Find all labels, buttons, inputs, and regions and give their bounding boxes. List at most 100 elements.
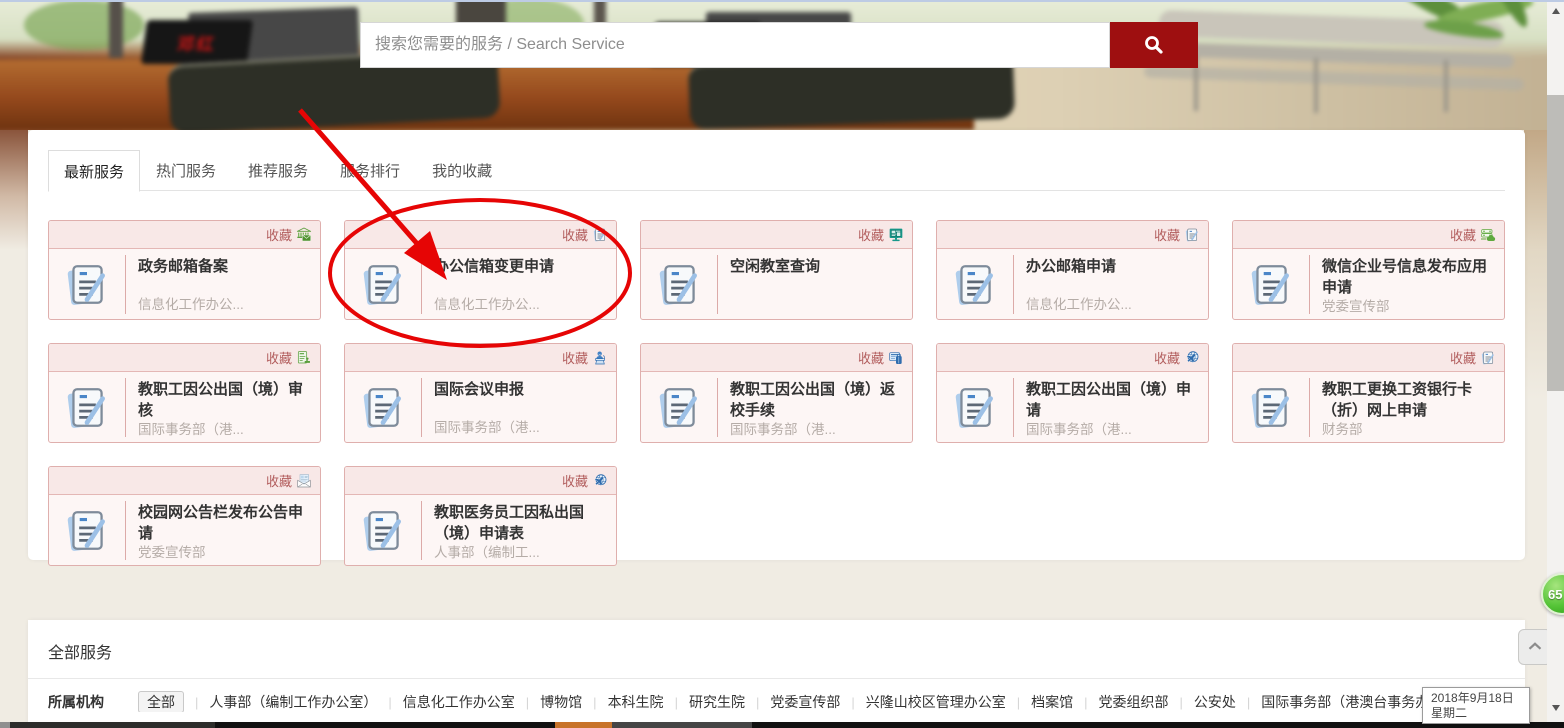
card-divider: [421, 501, 422, 560]
tab-3[interactable]: 服务排行: [324, 150, 416, 191]
favorite-star-icon[interactable]: [296, 227, 312, 243]
filter-separator: |: [675, 695, 678, 710]
server-cloud-icon: [1246, 260, 1296, 310]
filter-separator: |: [1247, 695, 1250, 710]
scrollbar-down-arrow[interactable]: [1547, 699, 1564, 716]
tab-2[interactable]: 推荐服务: [232, 150, 324, 191]
service-card[interactable]: 收藏 空闲教室查询: [640, 220, 913, 320]
favorite-star-icon[interactable]: [1480, 350, 1496, 366]
filter-item-2[interactable]: 信息化工作办公室: [403, 694, 515, 710]
gov-mail-icon: [62, 260, 112, 310]
filter-item-4[interactable]: 本科生院: [608, 694, 664, 710]
search-input[interactable]: [360, 22, 1110, 68]
card-divider: [717, 255, 718, 314]
filter-item-10[interactable]: 公安处: [1194, 694, 1236, 710]
messenger-badge[interactable]: 65: [1541, 573, 1564, 615]
card-body[interactable]: 国际会议申报 国际事务部（港...: [345, 372, 616, 443]
tab-0[interactable]: 最新服务: [48, 150, 140, 192]
card-body[interactable]: 微信企业号信息发布应用申请 党委宣传部: [1233, 249, 1504, 320]
filter-item-7[interactable]: 兴隆山校区管理办公室: [866, 694, 1006, 710]
favorite-label[interactable]: 收藏: [266, 471, 292, 490]
service-title: 校园网公告栏发布公告申请: [138, 502, 312, 544]
scrollbar-thumb[interactable]: [1547, 95, 1564, 391]
filter-item-9[interactable]: 党委组织部: [1099, 694, 1169, 710]
filter-item-1[interactable]: 人事部（编制工作办公室）: [209, 694, 377, 710]
banner-left-fade: [0, 130, 28, 250]
card-body[interactable]: 办公邮箱申请 信息化工作办公...: [937, 249, 1208, 320]
card-body[interactable]: 教职工因公出国（境）申请 国际事务部（港...: [937, 372, 1208, 443]
service-icon-wrap: [1233, 372, 1309, 443]
favorite-label[interactable]: 收藏: [562, 471, 588, 490]
favorite-star-icon[interactable]: [592, 227, 608, 243]
monitor-icon: [654, 260, 704, 310]
filter-item-11[interactable]: 国际事务部（港澳台事务办: [1261, 694, 1429, 710]
service-card[interactable]: 收藏 教职工更换工资银行卡（折）网上申请 财务部: [1232, 343, 1505, 443]
filter-item-0[interactable]: 全部: [138, 691, 184, 712]
favorite-star-icon[interactable]: [296, 350, 312, 366]
institution-filter-label: 所属机构: [48, 692, 104, 712]
scrollbar-up-arrow[interactable]: [1547, 2, 1564, 19]
search-bar: [360, 22, 1198, 68]
card-body[interactable]: 教职工因公出国（境）审核 国际事务部（港...: [49, 372, 320, 443]
card-body[interactable]: 教职工因公出国（境）返校手续 国际事务部（港...: [641, 372, 912, 443]
favorite-star-icon[interactable]: [1480, 227, 1496, 243]
institution-filter-items: 全部|人事部（编制工作办公室）|信息化工作办公室|博物馆|本科生院|研究生院|党…: [138, 692, 1429, 712]
service-card[interactable]: 收藏 教职工因公出国（境）审核 国际事务部（港...: [48, 343, 321, 443]
card-body[interactable]: 政务邮箱备案 信息化工作办公...: [49, 249, 320, 320]
card-header: 收藏: [345, 221, 616, 249]
service-title: 微信企业号信息发布应用申请: [1322, 256, 1496, 298]
card-text: 教职医务员工因私出国（境）申请表 人事部（编制工...: [421, 495, 616, 566]
card-body[interactable]: 办公信箱变更申请 信息化工作办公...: [345, 249, 616, 320]
favorite-star-icon[interactable]: [296, 473, 312, 489]
card-body[interactable]: 教职医务员工因私出国（境）申请表 人事部（编制工...: [345, 495, 616, 566]
favorite-star-icon[interactable]: [888, 350, 904, 366]
favorite-label[interactable]: 收藏: [562, 348, 588, 367]
service-card[interactable]: 收藏 教职工因公出国（境）申请 国际事务部（港...: [936, 343, 1209, 443]
filter-item-8[interactable]: 档案馆: [1031, 694, 1073, 710]
service-card[interactable]: 收藏 办公邮箱申请 信息化工作办公...: [936, 220, 1209, 320]
favorite-label[interactable]: 收藏: [266, 348, 292, 367]
filter-item-6[interactable]: 党委宣传部: [770, 694, 840, 710]
favorite-label[interactable]: 收藏: [1154, 348, 1180, 367]
favorite-star-icon[interactable]: [1184, 350, 1200, 366]
chevron-up-icon: [1524, 636, 1546, 658]
favorite-label[interactable]: 收藏: [266, 225, 292, 244]
search-button[interactable]: [1110, 22, 1198, 68]
service-card[interactable]: 收藏 办公信箱变更申请 信息化工作办公...: [344, 220, 617, 320]
service-card[interactable]: 收藏 教职工因公出国（境）返校手续 国际事务部（港...: [640, 343, 913, 443]
card-header: 收藏: [1233, 344, 1504, 372]
card-body[interactable]: 教职工更换工资银行卡（折）网上申请 财务部: [1233, 372, 1504, 443]
service-card[interactable]: 收藏 政务邮箱备案 信息化工作办公...: [48, 220, 321, 320]
services-panel: 最新服务热门服务推荐服务服务排行我的收藏 收藏 政务邮箱备案 信息化工作办公..…: [28, 130, 1525, 560]
favorite-star-icon[interactable]: [592, 473, 608, 489]
favorite-label[interactable]: 收藏: [1450, 225, 1476, 244]
card-divider: [717, 378, 718, 437]
favorite-label[interactable]: 收藏: [858, 348, 884, 367]
favorite-label[interactable]: 收藏: [1154, 225, 1180, 244]
filter-separator: |: [1084, 695, 1087, 710]
taskbar-active-segment: [555, 722, 612, 728]
favorite-label[interactable]: 收藏: [1450, 348, 1476, 367]
favorite-star-icon[interactable]: [888, 227, 904, 243]
favorite-star-icon[interactable]: [592, 350, 608, 366]
card-body[interactable]: 空闲教室查询: [641, 249, 912, 320]
service-department: 党委宣传部: [1322, 298, 1496, 314]
favorite-star-icon[interactable]: [1184, 227, 1200, 243]
service-card[interactable]: 收藏 国际会议申报 国际事务部（港...: [344, 343, 617, 443]
card-header: 收藏: [937, 344, 1208, 372]
service-department: 国际事务部（港...: [138, 421, 312, 437]
service-card[interactable]: 收藏 教职医务员工因私出国（境）申请表 人事部（编制工...: [344, 466, 617, 566]
doc-edit-icon: [358, 260, 408, 310]
favorite-label[interactable]: 收藏: [562, 225, 588, 244]
filter-item-3[interactable]: 博物馆: [540, 694, 582, 710]
filter-item-5[interactable]: 研究生院: [689, 694, 745, 710]
service-card[interactable]: 收藏 微信企业号信息发布应用申请 党委宣传部: [1232, 220, 1505, 320]
doc-edit-icon: [1246, 383, 1296, 433]
card-text: 校园网公告栏发布公告申请 党委宣传部: [125, 495, 320, 566]
doc-edit-icon: [950, 260, 1000, 310]
tab-4[interactable]: 我的收藏: [416, 150, 508, 191]
service-card[interactable]: 收藏 校园网公告栏发布公告申请 党委宣传部: [48, 466, 321, 566]
tab-1[interactable]: 热门服务: [140, 150, 232, 191]
card-body[interactable]: 校园网公告栏发布公告申请 党委宣传部: [49, 495, 320, 566]
favorite-label[interactable]: 收藏: [858, 225, 884, 244]
